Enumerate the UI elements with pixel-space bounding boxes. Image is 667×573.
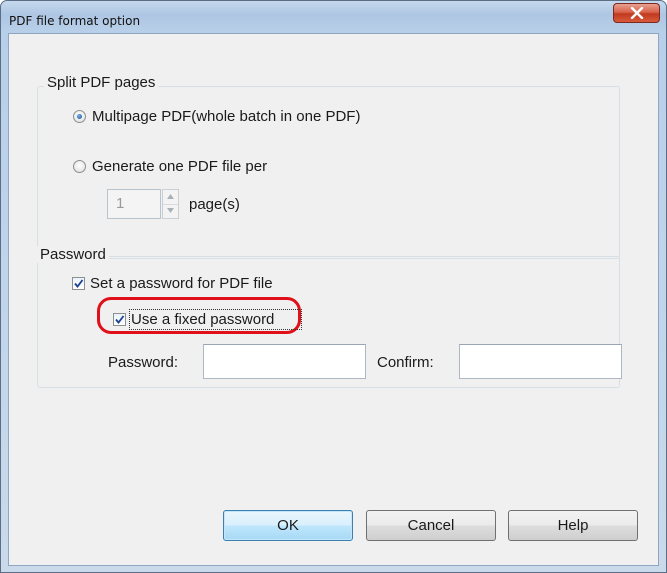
fixed-password-checkbox[interactable] bbox=[113, 313, 126, 326]
password-field[interactable] bbox=[203, 344, 366, 379]
per-page-radio-label[interactable]: Generate one PDF file per bbox=[92, 158, 267, 175]
per-page-radio[interactable] bbox=[73, 160, 86, 173]
dialog-body: Split PDF pages Multipage PDF(whole batc… bbox=[8, 33, 659, 566]
confirm-field[interactable] bbox=[459, 344, 622, 379]
radio-selected-dot bbox=[77, 114, 82, 119]
cancel-button[interactable]: Cancel bbox=[366, 510, 496, 541]
set-password-checkbox[interactable] bbox=[72, 277, 85, 290]
spinner-up-button[interactable] bbox=[163, 190, 178, 205]
help-button[interactable]: Help bbox=[508, 510, 638, 541]
chevron-up-icon bbox=[167, 194, 174, 199]
dialog-window: PDF file format option Split PDF pages M… bbox=[0, 0, 667, 573]
spinner-down-button[interactable] bbox=[163, 204, 178, 218]
checkmark-icon bbox=[74, 279, 84, 288]
multipage-radio[interactable] bbox=[73, 110, 86, 123]
close-button[interactable] bbox=[613, 3, 660, 23]
ok-button[interactable]: OK bbox=[223, 510, 353, 541]
password-field-label: Password: bbox=[108, 354, 179, 371]
multipage-radio-label[interactable]: Multipage PDF(whole batch in one PDF) bbox=[92, 108, 360, 125]
pages-suffix-label: page(s) bbox=[189, 196, 240, 213]
set-password-label[interactable]: Set a password for PDF file bbox=[90, 275, 273, 292]
checkmark-icon bbox=[115, 315, 125, 324]
fixed-password-label[interactable]: Use a fixed password bbox=[131, 311, 274, 328]
pages-count-input[interactable]: 1 bbox=[107, 189, 161, 219]
close-icon bbox=[630, 7, 643, 19]
split-pdf-legend: Split PDF pages bbox=[44, 74, 159, 91]
chevron-down-icon bbox=[167, 208, 174, 213]
password-legend: Password bbox=[37, 246, 109, 263]
window-title: PDF file format option bbox=[9, 14, 141, 28]
confirm-field-label: Confirm: bbox=[377, 354, 434, 371]
pages-spinner[interactable] bbox=[162, 189, 179, 219]
title-bar[interactable]: PDF file format option bbox=[1, 1, 666, 33]
